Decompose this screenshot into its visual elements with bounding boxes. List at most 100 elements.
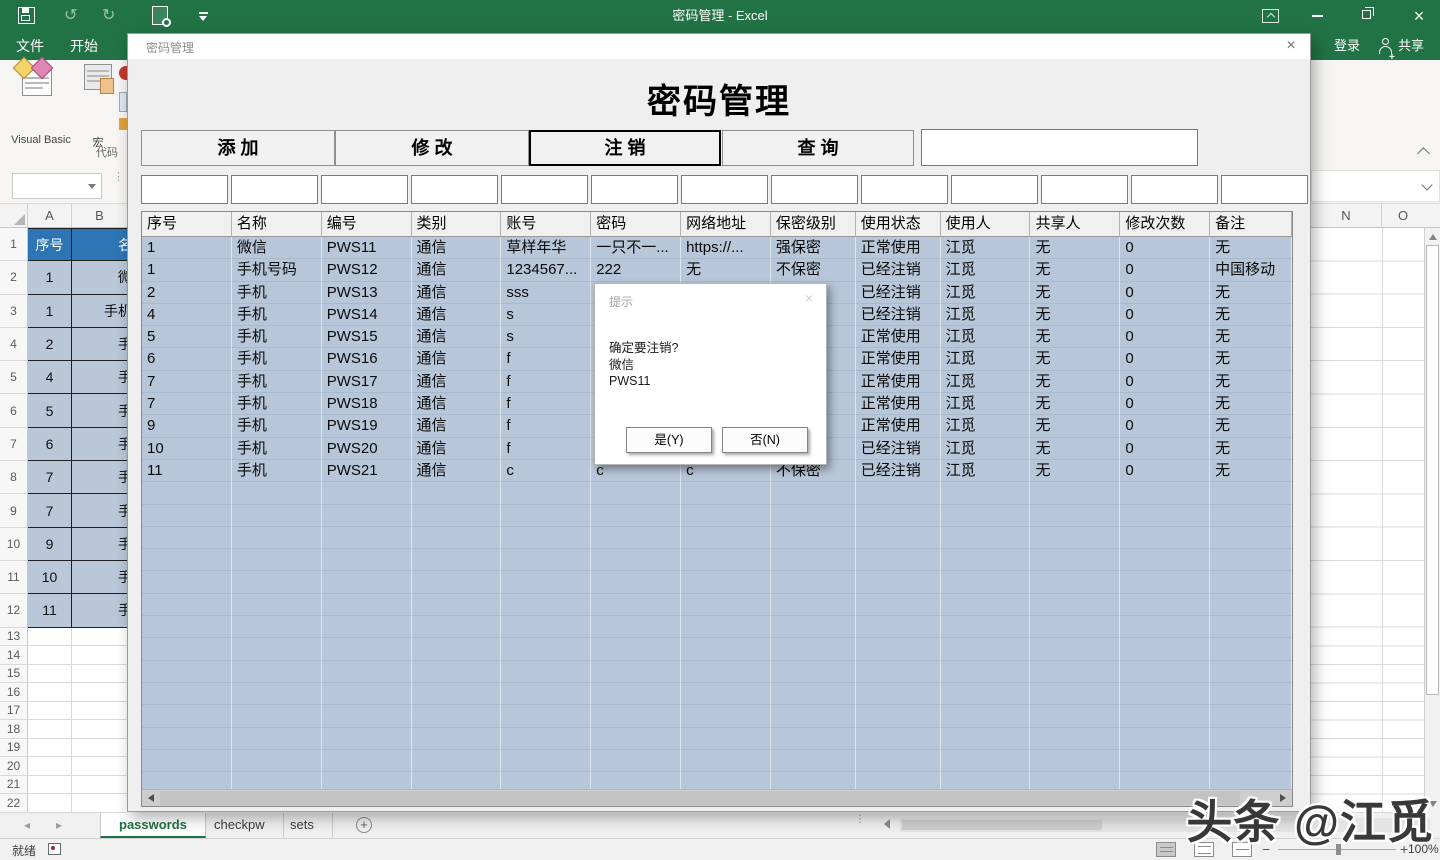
row-header[interactable]: 16: [0, 683, 28, 702]
row-header[interactable]: 7: [0, 428, 28, 461]
row-header[interactable]: 22: [0, 794, 28, 813]
row-header[interactable]: 10: [0, 528, 28, 561]
row-header[interactable]: 18: [0, 720, 28, 739]
table-row[interactable]: 1微信PWS11通信草样年华一只不一...https://...强保密正常使用江…: [142, 237, 1292, 259]
cell-a14[interactable]: [28, 646, 72, 665]
cell-b12[interactable]: 手机: [72, 594, 127, 627]
cell-a12[interactable]: 11: [28, 594, 72, 627]
sheet-hscroll-left-icon[interactable]: [884, 819, 890, 829]
row-header[interactable]: 9: [0, 494, 28, 527]
cell-a15[interactable]: [28, 665, 72, 684]
sheet-hscroll-thumb[interactable]: [902, 820, 1102, 830]
column-header-b[interactable]: B: [72, 204, 127, 227]
cell-a21[interactable]: [28, 776, 72, 795]
add-button[interactable]: 添 加: [141, 130, 335, 166]
listview-column-header[interactable]: 共享人: [1030, 212, 1120, 237]
cell-b5[interactable]: 手机: [72, 361, 127, 394]
empty-row[interactable]: [142, 527, 1292, 549]
visual-basic-button[interactable]: Visual Basic: [8, 62, 74, 162]
cell-a19[interactable]: [28, 739, 72, 758]
row-header[interactable]: 20: [0, 757, 28, 776]
empty-row[interactable]: [142, 638, 1292, 660]
listview-column-header[interactable]: 序号: [142, 212, 232, 237]
restore-icon[interactable]: [1362, 10, 1371, 19]
row-header[interactable]: 19: [0, 739, 28, 758]
row-header[interactable]: 4: [0, 328, 28, 361]
search-input[interactable]: [921, 129, 1198, 166]
cell-a7[interactable]: 6: [28, 428, 72, 461]
empty-row[interactable]: [142, 594, 1292, 616]
collapse-ribbon-icon[interactable]: [1417, 147, 1430, 160]
close-icon[interactable]: ×: [1404, 0, 1434, 32]
row-header[interactable]: 21: [0, 776, 28, 795]
cell-a13[interactable]: [28, 628, 72, 647]
edit-button[interactable]: 修 改: [335, 130, 529, 166]
empty-row[interactable]: [142, 549, 1292, 571]
field-input-7[interactable]: [681, 175, 768, 204]
listview-column-header[interactable]: 修改次数: [1120, 212, 1210, 237]
cell-a4[interactable]: 2: [28, 328, 72, 361]
cell-a16[interactable]: [28, 683, 72, 702]
empty-row[interactable]: [142, 728, 1292, 750]
cell-a22[interactable]: [28, 794, 72, 813]
empty-row[interactable]: [142, 571, 1292, 593]
row-header[interactable]: 5: [0, 361, 28, 394]
listview-hscroll-thumb[interactable]: [160, 791, 1240, 805]
listview-column-header[interactable]: 名称: [232, 212, 322, 237]
listview-header[interactable]: 序号名称编号类别账号密码网络地址保密级别使用状态使用人共享人修改次数备注: [142, 212, 1292, 237]
deregister-button[interactable]: 注 销: [529, 130, 721, 166]
macro-record-icon[interactable]: [48, 843, 61, 855]
sheet-tab-passwords[interactable]: passwords: [100, 813, 206, 838]
cell-a18[interactable]: [28, 720, 72, 739]
cell-a11[interactable]: 10: [28, 561, 72, 594]
cell-a9[interactable]: 7: [28, 494, 72, 527]
cell-a17[interactable]: [28, 702, 72, 721]
listview-column-header[interactable]: 密码: [591, 212, 681, 237]
name-box-dropdown-icon[interactable]: [88, 184, 96, 189]
empty-row[interactable]: [142, 616, 1292, 638]
tab-home[interactable]: 开始: [70, 32, 98, 60]
row-header[interactable]: 11: [0, 561, 28, 594]
minimize-icon[interactable]: [1312, 15, 1323, 17]
cell-a1[interactable]: 序号: [28, 228, 72, 261]
formula-expand-icon[interactable]: [1421, 179, 1432, 190]
cell-b11[interactable]: 手机: [72, 561, 127, 594]
vertical-scrollbar[interactable]: [1424, 228, 1440, 813]
empty-row[interactable]: [142, 661, 1292, 683]
empty-row[interactable]: [142, 750, 1292, 772]
form-close-icon[interactable]: ×: [1280, 36, 1302, 56]
cell-a3[interactable]: 1: [28, 295, 72, 328]
row-header[interactable]: 3: [0, 295, 28, 328]
cell-a5[interactable]: 4: [28, 361, 72, 394]
listview-column-header[interactable]: 类别: [412, 212, 502, 237]
cell-a10[interactable]: 9: [28, 528, 72, 561]
table-row[interactable]: 1手机号码PWS12通信1234567...222无不保密已经注销江觅无0中国移…: [142, 259, 1292, 281]
no-button[interactable]: 否(N): [722, 427, 808, 453]
listview-column-header[interactable]: 编号: [322, 212, 412, 237]
form-titlebar[interactable]: 密码管理 ×: [128, 34, 1310, 59]
sign-in-button[interactable]: 登录: [1334, 32, 1360, 60]
cell-b15[interactable]: [72, 665, 127, 684]
field-input-4[interactable]: [411, 175, 498, 204]
name-box[interactable]: [12, 173, 102, 199]
row-header[interactable]: 6: [0, 394, 28, 427]
query-button[interactable]: 查 询: [722, 130, 914, 166]
sheet-nav-right-icon[interactable]: ▸: [56, 818, 62, 832]
listview-scroll-left-icon[interactable]: [148, 794, 154, 802]
vertical-scrollbar-thumb[interactable]: [1426, 245, 1439, 695]
field-input-11[interactable]: [1041, 175, 1128, 204]
row-header[interactable]: 13: [0, 628, 28, 647]
empty-row[interactable]: [142, 705, 1292, 727]
yes-button[interactable]: 是(Y): [626, 427, 712, 453]
cell-a8[interactable]: 7: [28, 461, 72, 494]
field-input-6[interactable]: [591, 175, 678, 204]
field-input-12[interactable]: [1131, 175, 1218, 204]
sheet-nav-left-icon[interactable]: ◂: [24, 818, 30, 832]
cell-b21[interactable]: [72, 776, 127, 795]
listview-horizontal-scrollbar[interactable]: [142, 789, 1292, 806]
sheet-grid-right[interactable]: [1311, 228, 1424, 813]
select-all-corner[interactable]: [0, 204, 28, 227]
listview-column-header[interactable]: 账号: [501, 212, 591, 237]
sheet-grid-left[interactable]: 1序号名称21微信31手机号码42手机54手机65手机76手机87手机97手机1…: [0, 228, 127, 813]
cell-b18[interactable]: [72, 720, 127, 739]
